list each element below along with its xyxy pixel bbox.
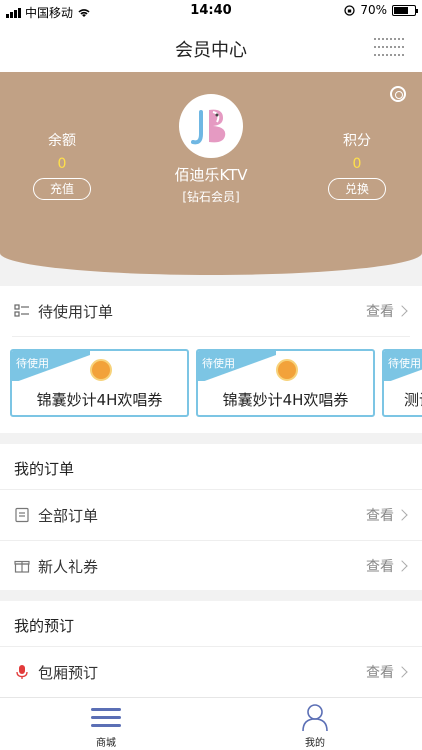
microphone-icon: [16, 665, 28, 679]
coupon-name: 锦囊妙计4H欢唱券: [222, 391, 349, 409]
balance-label: 余额: [48, 133, 76, 149]
coupon-name: 锦囊妙计4H欢唱券: [36, 391, 163, 409]
balance-value: 0: [57, 156, 67, 172]
coupon-name: 测试: [404, 391, 422, 409]
all-orders-view[interactable]: 查看: [366, 505, 408, 525]
points-label: 积分: [343, 133, 371, 149]
battery-percent: 70%: [360, 3, 387, 17]
my-orders-card: 我的订单 全部订单 查看 新人礼券 查看: [0, 444, 422, 590]
settings-icon[interactable]: [390, 86, 406, 102]
points-block: 积分 0 兑换: [322, 130, 392, 200]
gift-icon: [14, 560, 30, 573]
pending-orders-view[interactable]: 查看: [366, 301, 408, 321]
room-booking-label: 包厢预订: [38, 663, 99, 682]
view-label: 查看: [366, 665, 394, 681]
points-value: 0: [352, 156, 362, 172]
pending-orders-row[interactable]: 待使用订单 查看: [0, 286, 422, 336]
coupon-badge-icon: [276, 359, 298, 381]
coupon-status-label: 待使用: [16, 357, 49, 370]
coupon-status-tag: 待使用: [12, 351, 90, 381]
chevron-right-icon: [396, 509, 408, 521]
nav-bar: 会员中心: [0, 22, 422, 72]
room-booking-row[interactable]: 包厢预订 查看: [0, 647, 422, 697]
all-orders-row[interactable]: 全部订单 查看: [0, 490, 422, 540]
recharge-button[interactable]: 充值: [33, 178, 91, 200]
balance-block: 余额 0 充值: [27, 130, 97, 200]
tab-mine[interactable]: 我的: [285, 698, 345, 750]
battery-icon: [392, 4, 418, 16]
tab-mine-label: 我的: [305, 738, 325, 749]
chevron-right-icon: [396, 560, 408, 572]
coupon-status-tag: 待使用: [384, 351, 422, 381]
my-reservations-title: 我的预订: [14, 617, 75, 635]
coupon-card[interactable]: 待使用 锦囊妙计4H欢唱券: [196, 349, 375, 417]
pending-orders-label: 待使用订单: [38, 302, 114, 321]
view-label: 查看: [366, 304, 394, 320]
chevron-right-icon: [396, 305, 408, 317]
user-icon: [302, 704, 328, 732]
all-orders-label: 全部订单: [38, 506, 99, 525]
chevron-right-icon: [396, 666, 408, 678]
tab-mall-label: 商城: [96, 738, 116, 749]
coupon-status-label: 待使用: [388, 357, 421, 370]
exchange-button[interactable]: 兑换: [328, 178, 386, 200]
document-icon: [15, 507, 29, 523]
hamburger-icon: [91, 708, 121, 727]
coupon-status-label: 待使用: [202, 357, 235, 370]
room-booking-view[interactable]: 查看: [366, 662, 408, 682]
tab-bar: 商城 我的: [0, 697, 422, 750]
avatar[interactable]: [179, 94, 243, 158]
store-logo: [191, 109, 226, 145]
list-icon: [14, 304, 29, 317]
orientation-lock-icon: [344, 4, 355, 16]
view-label: 查看: [366, 559, 394, 575]
new-user-coupons-label: 新人礼券: [38, 557, 99, 576]
profile-header: 佰迪乐KTV [钻石会员] 余额 0 充值 积分 0 兑换: [0, 72, 422, 275]
coupon-status-tag: 待使用: [198, 351, 276, 381]
my-reservations-card: 我的预订 包厢预订 查看: [0, 601, 422, 697]
coupon-card[interactable]: 待使用 测试: [382, 349, 422, 417]
tab-mall[interactable]: 商城: [76, 698, 136, 750]
coupon-card[interactable]: 待使用 锦囊妙计4H欢唱券: [10, 349, 189, 417]
my-orders-title: 我的订单: [14, 460, 75, 478]
status-bar: 中国移动 14:40 70%: [0, 0, 422, 22]
new-user-coupons-view[interactable]: 查看: [366, 556, 408, 576]
new-user-coupons-row[interactable]: 新人礼券 查看: [0, 541, 422, 591]
view-label: 查看: [366, 508, 394, 524]
coupon-badge-icon: [90, 359, 112, 381]
divider: [12, 336, 410, 337]
menu-icon[interactable]: [374, 38, 404, 56]
page-title: 会员中心: [175, 40, 247, 61]
pending-orders-card: 待使用订单 查看 待使用 锦囊妙计4H欢唱券 待使用 锦囊妙计4H欢唱券 待使用…: [0, 286, 422, 433]
coupon-strip[interactable]: 待使用 锦囊妙计4H欢唱券 待使用 锦囊妙计4H欢唱券 待使用 测试: [0, 349, 422, 419]
